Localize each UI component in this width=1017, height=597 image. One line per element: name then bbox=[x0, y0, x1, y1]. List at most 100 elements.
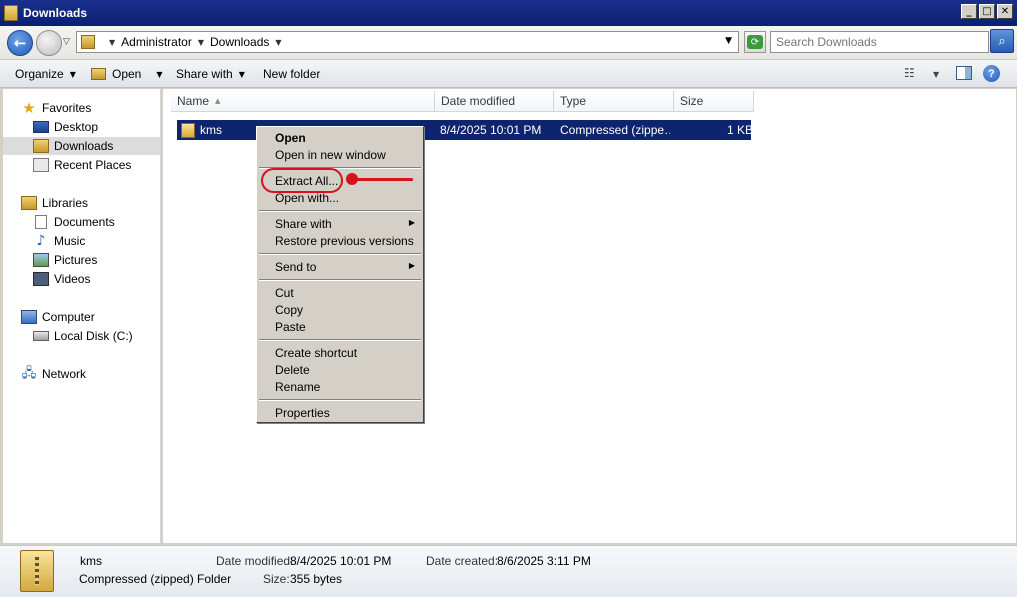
breadcrumb-administrator[interactable]: Administrator bbox=[121, 35, 192, 49]
column-header-size[interactable]: Size bbox=[674, 91, 754, 112]
menu-item-delete[interactable]: Delete bbox=[275, 363, 310, 379]
menu-item-open-in-new-window[interactable]: Open in new window bbox=[275, 148, 386, 164]
menu-item-restore-previous-versions[interactable]: Restore previous versions bbox=[275, 234, 414, 250]
tree-item-recent-places[interactable]: Recent Places bbox=[33, 156, 131, 174]
menu-item-paste[interactable]: Paste bbox=[275, 320, 306, 336]
tree-item-pictures[interactable]: Pictures bbox=[33, 251, 97, 269]
tree-label: Recent Places bbox=[54, 158, 132, 172]
videos-icon bbox=[33, 272, 49, 286]
search-input[interactable] bbox=[770, 31, 989, 53]
tree-label: Videos bbox=[54, 272, 91, 286]
column-label: Date modified bbox=[441, 94, 516, 108]
pictures-icon bbox=[33, 253, 49, 267]
minimize-button[interactable]: _ bbox=[961, 4, 977, 19]
column-header-name[interactable]: Name ▲ bbox=[171, 91, 435, 112]
music-icon: ♪ bbox=[36, 233, 46, 249]
documents-icon bbox=[35, 215, 47, 229]
menu-item-rename[interactable]: Rename bbox=[275, 380, 320, 396]
menu-item-open[interactable]: Open bbox=[275, 131, 306, 147]
file-size: 1 KB bbox=[727, 123, 754, 137]
column-label: Name bbox=[177, 94, 210, 108]
menu-item-open-with[interactable]: Open with... bbox=[275, 191, 339, 207]
menu-item-copy[interactable]: Copy bbox=[275, 303, 303, 319]
open-button[interactable]: Open ▼ bbox=[91, 67, 163, 81]
chevron-down-icon: ▼ bbox=[238, 69, 245, 79]
zip-folder-icon bbox=[181, 123, 195, 138]
chevron-down-icon[interactable]: ▼ bbox=[156, 70, 162, 79]
menu-item-send-to[interactable]: Send to bbox=[275, 260, 316, 276]
annotation-pointer-line bbox=[356, 178, 413, 181]
menu-item-create-shortcut[interactable]: Create shortcut bbox=[275, 346, 357, 362]
window-title: Downloads bbox=[23, 6, 88, 20]
tree-libraries[interactable]: Libraries bbox=[21, 194, 88, 212]
tree-label: Downloads bbox=[54, 139, 114, 153]
details-file-kind: Compressed (zipped) Folder bbox=[79, 572, 232, 586]
file-name: kms bbox=[200, 123, 222, 137]
preview-pane-icon[interactable] bbox=[956, 66, 972, 80]
forward-button[interactable]: → bbox=[36, 30, 62, 56]
tree-item-desktop[interactable]: Desktop bbox=[33, 118, 98, 136]
refresh-icon: ⟳ bbox=[747, 35, 763, 49]
column-header-date-modified[interactable]: Date modified bbox=[435, 91, 554, 112]
navigation-pane: ★ Favorites Desktop Downloads Recent Pla… bbox=[3, 89, 161, 543]
menu-item-cut[interactable]: Cut bbox=[275, 286, 294, 302]
details-size-label: Size: bbox=[263, 572, 290, 586]
annotation-highlight-ring bbox=[261, 168, 343, 193]
navigation-bar: ← → ▽ ▼ Administrator ▼ Downloads ▼ ▼ ⟳ … bbox=[0, 26, 1017, 60]
tree-item-local-disk[interactable]: Local Disk (C:) bbox=[33, 327, 133, 345]
tree-label: Documents bbox=[54, 215, 115, 229]
tree-label: Computer bbox=[42, 310, 95, 324]
star-icon: ★ bbox=[22, 99, 36, 117]
details-date-modified-label: Date modified: bbox=[216, 554, 294, 568]
new-folder-button[interactable]: New folder bbox=[263, 67, 320, 81]
breadcrumb-downloads[interactable]: Downloads bbox=[210, 35, 269, 49]
address-bar[interactable]: ▼ Administrator ▼ Downloads ▼ ▼ bbox=[76, 31, 739, 53]
tree-label: Network bbox=[42, 367, 87, 381]
new-folder-label: New folder bbox=[263, 67, 321, 81]
chevron-down-icon[interactable]: ▼ bbox=[933, 70, 939, 79]
organize-button[interactable]: Organize ▼ bbox=[15, 67, 76, 81]
libraries-icon bbox=[21, 196, 37, 210]
column-header-type[interactable]: Type bbox=[554, 91, 674, 112]
column-label: Type bbox=[560, 94, 587, 108]
tree-computer[interactable]: Computer bbox=[21, 308, 95, 326]
maximize-button[interactable]: □ bbox=[979, 4, 995, 19]
organize-label: Organize bbox=[15, 67, 64, 81]
details-size: 355 bytes bbox=[290, 572, 343, 586]
close-button[interactable]: ✕ bbox=[997, 4, 1013, 19]
breadcrumb-chevron-icon[interactable]: ▼ bbox=[275, 38, 281, 47]
menu-separator bbox=[259, 339, 421, 341]
help-icon[interactable]: ? bbox=[983, 65, 1000, 82]
title-bar: Downloads _ □ ✕ bbox=[0, 0, 1017, 26]
tree-item-downloads[interactable]: Downloads bbox=[3, 137, 160, 155]
view-options-icon[interactable]: ☷ bbox=[904, 66, 915, 80]
details-pane: kms Compressed (zipped) Folder Date modi… bbox=[0, 545, 1017, 597]
tree-item-videos[interactable]: Videos bbox=[33, 270, 90, 288]
hard-disk-icon bbox=[33, 331, 49, 341]
back-button[interactable]: ← bbox=[7, 30, 33, 56]
menu-item-share-with[interactable]: Share with bbox=[275, 217, 417, 233]
address-dropdown-icon[interactable]: ▼ bbox=[725, 36, 732, 46]
breadcrumb-chevron-icon[interactable]: ▼ bbox=[109, 38, 115, 47]
breadcrumb-chevron-icon[interactable]: ▼ bbox=[198, 38, 204, 47]
desktop-icon bbox=[33, 121, 49, 133]
recent-pages-dropdown-icon[interactable]: ▽ bbox=[63, 37, 70, 47]
recent-places-icon bbox=[33, 158, 49, 172]
tree-item-documents[interactable]: Documents bbox=[33, 213, 115, 231]
share-with-label: Share with bbox=[176, 67, 233, 81]
tree-item-music[interactable]: ♪ Music bbox=[33, 232, 86, 250]
submenu-arrow-icon: ▶ bbox=[408, 218, 415, 227]
refresh-button[interactable]: ⟳ bbox=[744, 31, 766, 53]
share-with-button[interactable]: Share with ▼ bbox=[176, 67, 245, 81]
network-icon: 🖧 bbox=[21, 366, 37, 381]
submenu-arrow-icon: ▶ bbox=[408, 261, 415, 270]
window-controls: _ □ ✕ bbox=[961, 4, 1013, 19]
tree-favorites[interactable]: ★ Favorites bbox=[21, 99, 91, 117]
computer-icon bbox=[21, 310, 37, 324]
tree-network[interactable]: 🖧 Network bbox=[21, 365, 86, 383]
details-date-created-label: Date created: bbox=[426, 554, 499, 568]
menu-item-properties[interactable]: Properties bbox=[275, 406, 330, 422]
search-icon[interactable]: ⌕ bbox=[990, 29, 1014, 53]
menu-separator bbox=[259, 399, 421, 401]
menu-separator bbox=[259, 279, 421, 281]
